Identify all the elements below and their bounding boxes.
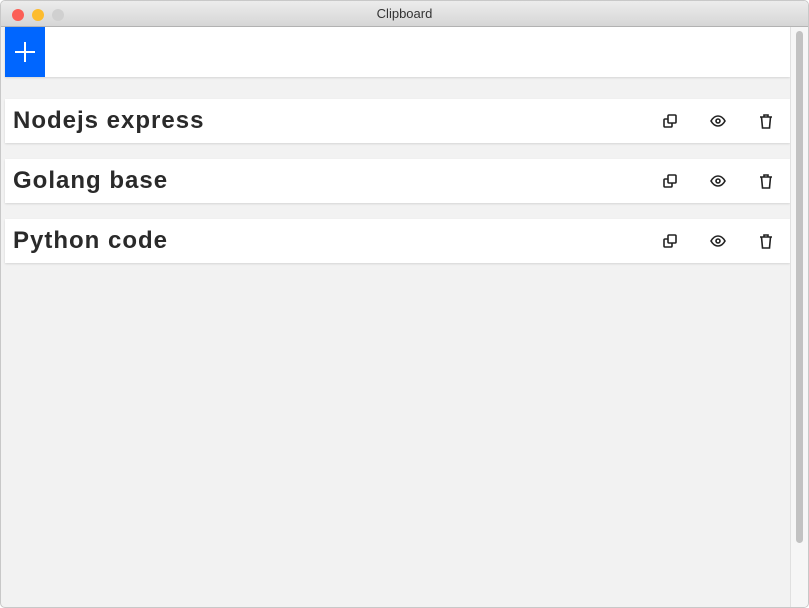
scrollbar-thumb[interactable] xyxy=(796,31,803,543)
close-button[interactable] xyxy=(12,9,24,21)
copy-icon xyxy=(663,114,677,128)
delete-button[interactable] xyxy=(742,219,790,263)
add-button[interactable] xyxy=(5,27,45,77)
list-item[interactable]: Nodejs express xyxy=(5,99,790,143)
copy-button[interactable] xyxy=(646,219,694,263)
item-title: Nodejs express xyxy=(13,107,205,134)
item-title: Golang base xyxy=(13,167,169,194)
main-content: Nodejs express Golang base Python code xyxy=(5,27,790,603)
copy-icon xyxy=(663,234,677,248)
delete-button[interactable] xyxy=(742,99,790,143)
list-item[interactable]: Golang base xyxy=(5,159,790,203)
toolbar xyxy=(5,27,790,77)
copy-icon xyxy=(663,174,677,188)
eye-icon xyxy=(710,235,726,247)
minimize-button[interactable] xyxy=(32,9,44,21)
copy-button[interactable] xyxy=(646,99,694,143)
plus-icon xyxy=(15,42,35,62)
item-title: Python code xyxy=(13,227,169,254)
window-title: Clipboard xyxy=(376,6,433,21)
copy-button[interactable] xyxy=(646,159,694,203)
list-item[interactable]: Python code xyxy=(5,219,790,263)
trash-icon xyxy=(760,113,772,129)
app-window: Clipboard Nodejs express Golang base Pyt… xyxy=(0,0,809,608)
eye-icon xyxy=(710,115,726,127)
trash-icon xyxy=(760,173,772,189)
delete-button[interactable] xyxy=(742,159,790,203)
view-button[interactable] xyxy=(694,159,742,203)
eye-icon xyxy=(710,175,726,187)
view-button[interactable] xyxy=(694,219,742,263)
zoom-button[interactable] xyxy=(52,9,64,21)
title-bar: Clipboard xyxy=(1,1,808,27)
scrollbar[interactable] xyxy=(790,27,808,607)
view-button[interactable] xyxy=(694,99,742,143)
trash-icon xyxy=(760,233,772,249)
